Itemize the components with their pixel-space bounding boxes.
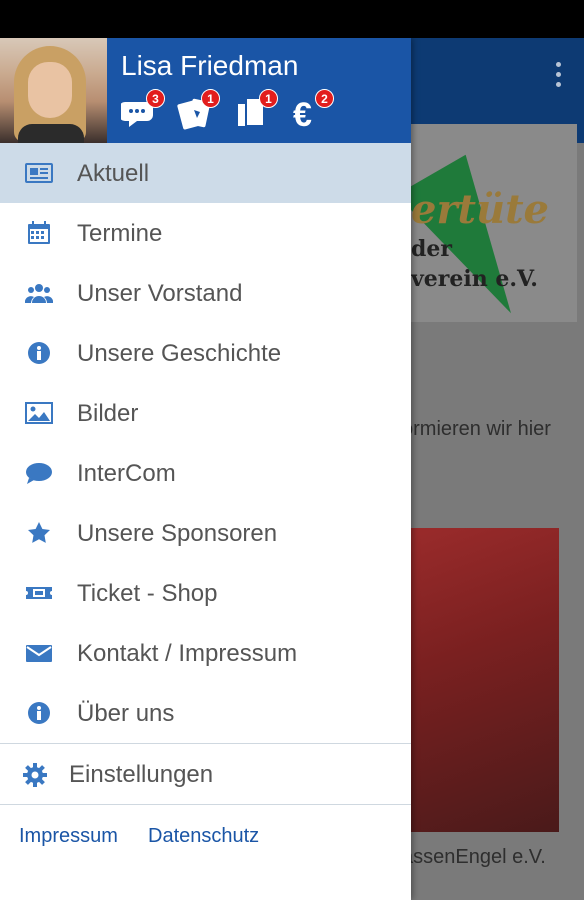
impressum-link[interactable]: Impressum [19, 825, 118, 848]
drawer-header: Lisa Friedman 3 1 1 € 2 [0, 38, 411, 143]
menu-label: Über uns [77, 700, 175, 727]
overflow-menu-icon[interactable] [556, 62, 562, 92]
image-icon [25, 401, 53, 425]
news-photo[interactable] [411, 528, 559, 832]
group-icon [24, 281, 54, 305]
chat-icon[interactable]: 3 [119, 89, 165, 132]
menu-item-bilder[interactable]: Bilder [0, 383, 411, 443]
tickets-badge: 1 [201, 89, 220, 108]
menu-label: Unsere Sponsoren [77, 520, 278, 547]
banner-text-3: verein e.V. [411, 266, 538, 292]
tickets-icon[interactable]: 1 [176, 89, 220, 132]
settings-label: Einstellungen [69, 761, 214, 788]
menu-item-ueber-uns[interactable]: Über uns [0, 683, 411, 743]
menu-item-unsere-geschichte[interactable]: Unsere Geschichte [0, 323, 411, 383]
user-name: Lisa Friedman [121, 50, 299, 81]
avatar[interactable] [0, 38, 107, 143]
navigation-drawer: Lisa Friedman 3 1 1 € 2 Aktuell Termine [0, 38, 411, 900]
banner-text-1: ertüte [411, 186, 550, 233]
footer-links: Impressum Datenschutz [0, 805, 411, 865]
envelope-icon [25, 641, 53, 665]
menu-item-intercom[interactable]: InterCom [0, 443, 411, 503]
news-snippet: ormieren wir hier [402, 418, 551, 440]
documents-icon[interactable]: 1 [234, 89, 278, 132]
photo-caption: assenEngel e.V. [402, 846, 546, 868]
menu-item-unsere-sponsoren[interactable]: Unsere Sponsoren [0, 503, 411, 563]
menu-label: Kontakt / Impressum [77, 640, 298, 667]
menu-item-kontakt-impressum[interactable]: Kontakt / Impressum [0, 623, 411, 683]
club-banner: ertüte der verein e.V. [411, 124, 577, 322]
menu-label: Aktuell [77, 160, 150, 187]
gear-icon [22, 762, 48, 788]
menu-item-einstellungen[interactable]: Einstellungen [0, 744, 411, 804]
info-icon [25, 701, 53, 725]
datenschutz-link[interactable]: Datenschutz [148, 825, 259, 848]
drawer-menu: Aktuell Termine Unser Vorstand Unsere Ge… [0, 143, 411, 865]
documents-badge: 1 [259, 89, 278, 108]
euro-badge: 2 [315, 89, 334, 108]
ticket-icon [25, 581, 53, 605]
chat-bubble-icon [25, 461, 53, 485]
info-icon [25, 341, 53, 365]
newspaper-icon [25, 161, 53, 185]
menu-item-unser-vorstand[interactable]: Unser Vorstand [0, 263, 411, 323]
chat-badge: 3 [146, 89, 165, 108]
svg-text:€: € [293, 96, 312, 132]
menu-label: Unser Vorstand [77, 280, 243, 307]
menu-item-ticket-shop[interactable]: Ticket - Shop [0, 563, 411, 623]
menu-label: Ticket - Shop [77, 580, 218, 607]
menu-label: Unsere Geschichte [77, 340, 282, 367]
euro-icon[interactable]: € 2 [290, 89, 334, 134]
banner-text-2: der [411, 236, 452, 262]
status-bar [0, 0, 584, 38]
menu-label: Termine [77, 220, 163, 247]
menu-label: Bilder [77, 400, 139, 427]
calendar-icon [25, 221, 53, 245]
menu-label: InterCom [77, 460, 176, 487]
star-icon [25, 521, 53, 545]
menu-item-termine[interactable]: Termine [0, 203, 411, 263]
menu-item-aktuell[interactable]: Aktuell [0, 143, 411, 203]
